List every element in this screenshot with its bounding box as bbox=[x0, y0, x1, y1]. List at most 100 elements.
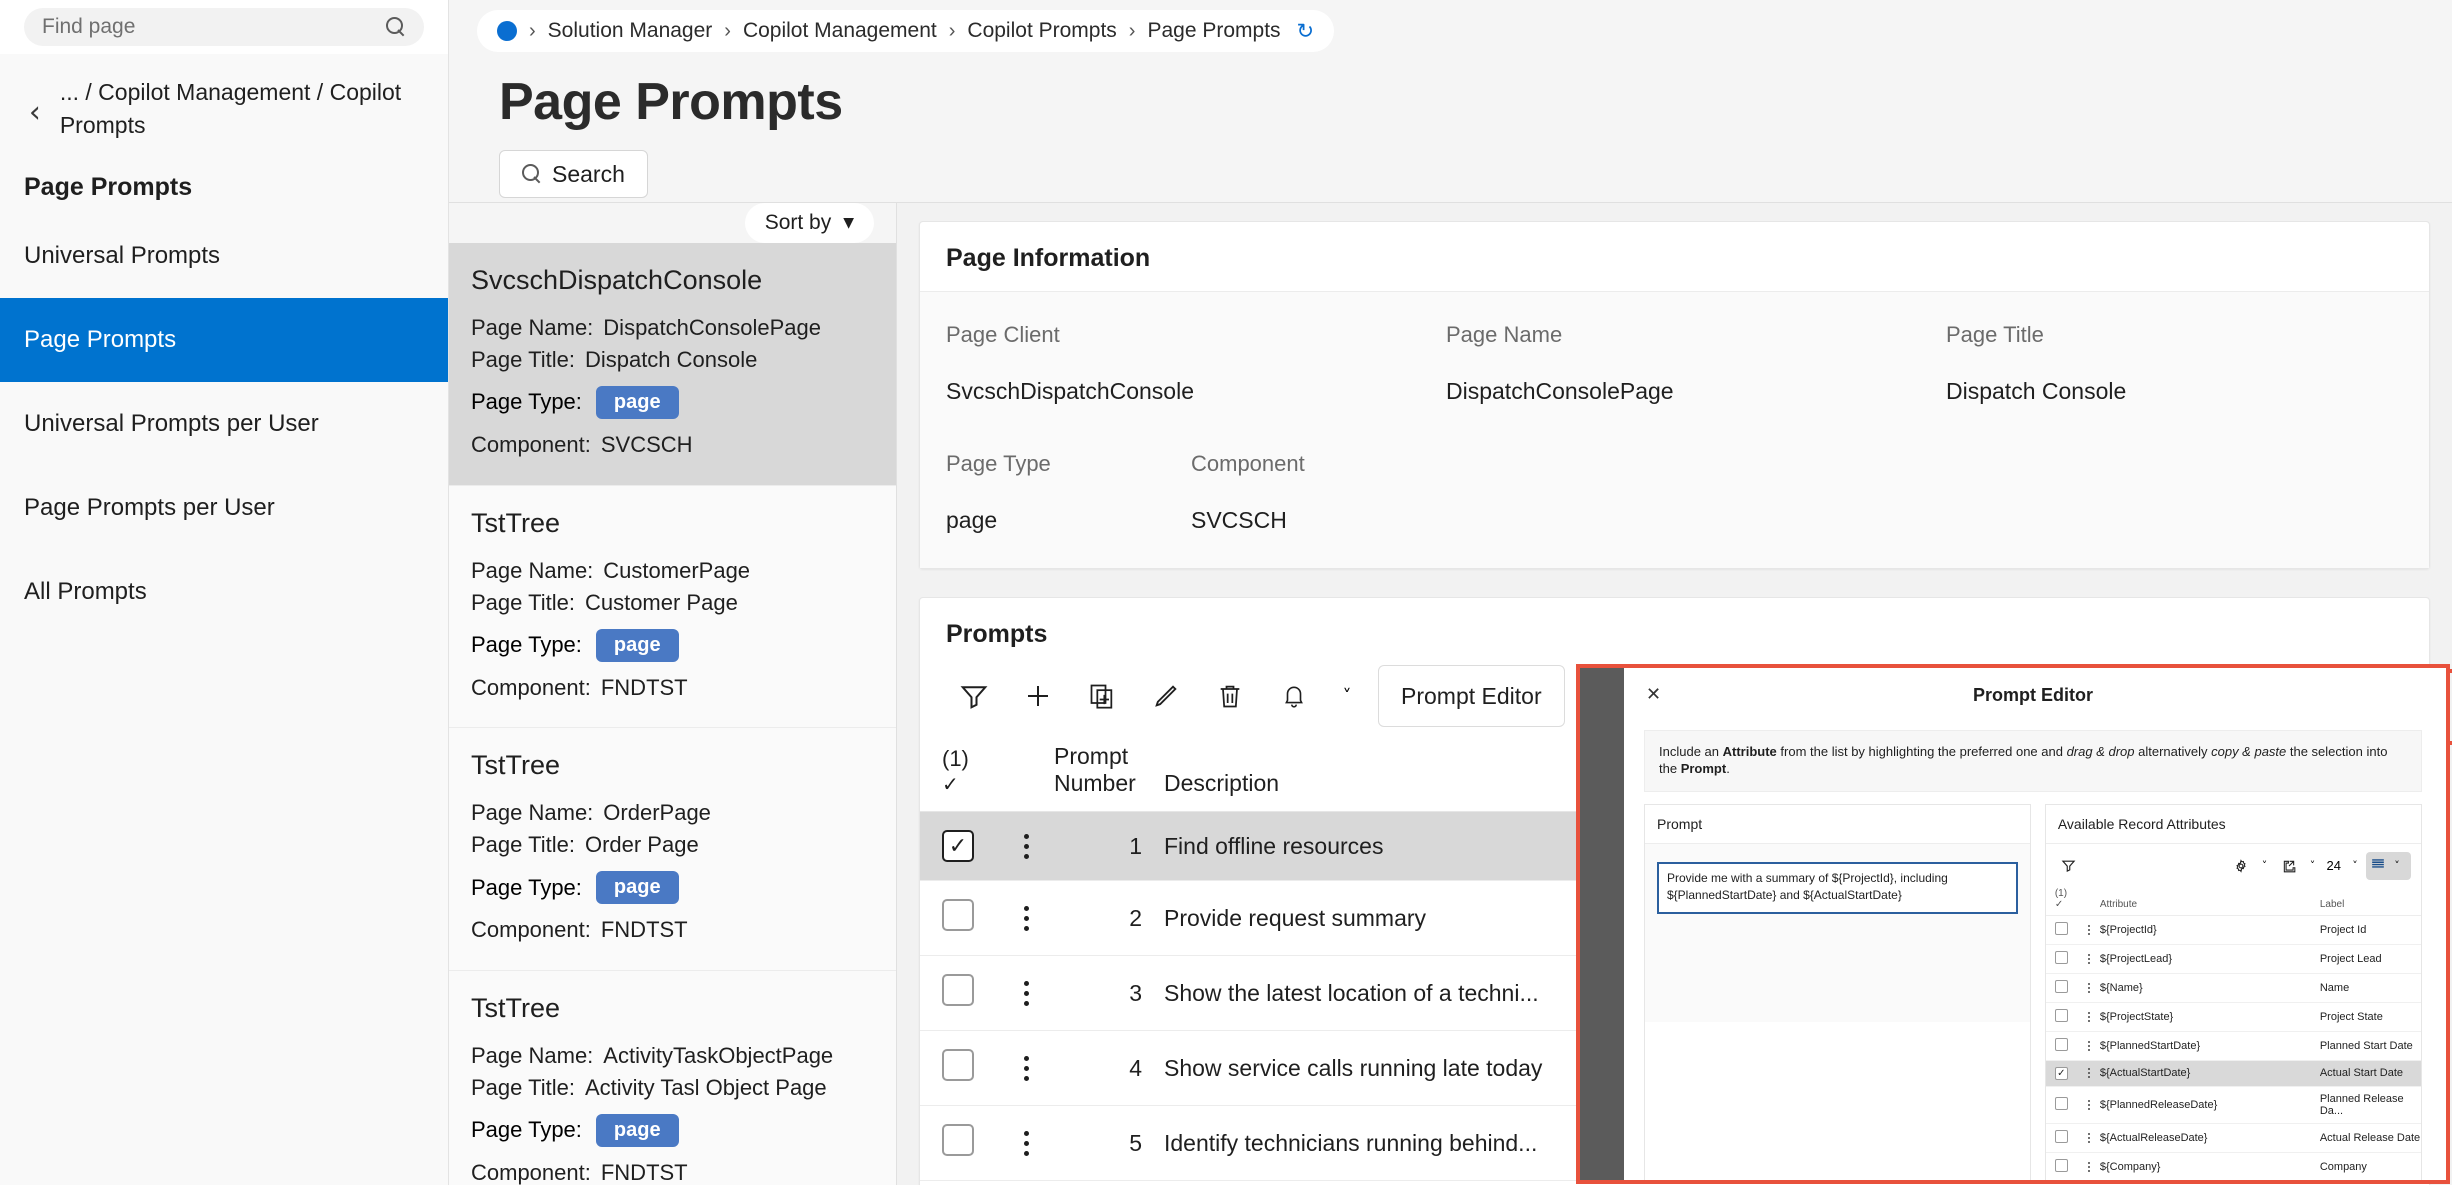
row-menu-cell[interactable] bbox=[2078, 944, 2100, 973]
back-chevron-icon[interactable]: ‹ bbox=[24, 76, 46, 128]
kebab-icon[interactable] bbox=[998, 834, 1054, 859]
table-row[interactable]: ${ProjectLead} Project Lead bbox=[2046, 944, 2421, 973]
row-checkbox[interactable] bbox=[2055, 980, 2068, 993]
kebab-icon[interactable] bbox=[998, 906, 1054, 931]
table-row[interactable]: ${ActualReleaseDate} Actual Release Date bbox=[2046, 1123, 2421, 1152]
row-checkbox-cell[interactable]: ✓ bbox=[2046, 1060, 2078, 1086]
add-icon[interactable] bbox=[1006, 668, 1070, 724]
row-checkbox[interactable] bbox=[2055, 1130, 2068, 1143]
notification-bell-icon[interactable] bbox=[1262, 668, 1326, 724]
row-checkbox-cell[interactable] bbox=[2046, 973, 2078, 1002]
row-checkbox-cell[interactable] bbox=[2046, 1086, 2078, 1123]
row-menu-cell[interactable] bbox=[2078, 1123, 2100, 1152]
row-checkbox-cell[interactable] bbox=[920, 1031, 998, 1106]
table-row[interactable]: ✓ ${ActualStartDate} Actual Start Date bbox=[2046, 1060, 2421, 1086]
row-menu-cell[interactable] bbox=[2078, 915, 2100, 944]
breadcrumb-item-copilot-management[interactable]: Copilot Management bbox=[743, 19, 937, 43]
prompt-editor-button[interactable]: Prompt Editor bbox=[1378, 665, 1565, 727]
kebab-icon[interactable] bbox=[2078, 983, 2100, 993]
row-checkbox-cell[interactable]: ✓ bbox=[920, 812, 998, 881]
row-checkbox[interactable] bbox=[942, 1124, 974, 1156]
row-checkbox-cell[interactable] bbox=[2046, 915, 2078, 944]
search-button[interactable]: Search bbox=[499, 150, 648, 198]
th-prompt-number[interactable]: Prompt Number bbox=[1054, 743, 1164, 812]
refresh-icon[interactable]: ↻ bbox=[1297, 19, 1315, 43]
breadcrumb-item-page-prompts[interactable]: Page Prompts bbox=[1147, 19, 1280, 43]
row-menu-cell[interactable] bbox=[2078, 973, 2100, 1002]
th-label[interactable]: Label bbox=[2320, 886, 2421, 916]
kebab-icon[interactable] bbox=[998, 1056, 1054, 1081]
row-menu-cell[interactable] bbox=[2078, 1086, 2100, 1123]
list-item[interactable]: TstTree Page Name: OrderPage Page Title:… bbox=[449, 727, 896, 970]
kebab-icon[interactable] bbox=[2078, 925, 2100, 935]
th-select-all[interactable]: (1) ✓ bbox=[920, 743, 998, 812]
row-menu-cell[interactable] bbox=[998, 1031, 1054, 1106]
kebab-icon[interactable] bbox=[2078, 1041, 2100, 1051]
row-checkbox-cell[interactable] bbox=[920, 1106, 998, 1181]
export-icon[interactable] bbox=[2276, 853, 2302, 879]
sidebar-item-page-prompts[interactable]: Page Prompts bbox=[0, 298, 448, 382]
sidebar-item-all-prompts[interactable]: All Prompts bbox=[0, 550, 448, 634]
chevron-down-icon[interactable]: ˅ bbox=[1326, 668, 1368, 724]
kebab-icon[interactable] bbox=[2078, 954, 2100, 964]
sidebar-item-universal-prompts[interactable]: Universal Prompts bbox=[0, 214, 448, 298]
sort-by-dropdown[interactable]: Sort by ▼ bbox=[745, 203, 874, 243]
row-checkbox[interactable]: ✓ bbox=[942, 830, 974, 862]
row-checkbox-cell[interactable] bbox=[2046, 944, 2078, 973]
attributes-view-mode-button[interactable]: ˅ bbox=[2366, 852, 2411, 880]
filter-icon[interactable] bbox=[2056, 853, 2082, 879]
edit-icon[interactable] bbox=[1134, 668, 1198, 724]
list-item[interactable]: TstTree Page Name: ActivityTaskObjectPag… bbox=[449, 970, 896, 1185]
sidebar-item-page-prompts-per-user[interactable]: Page Prompts per User bbox=[0, 466, 448, 550]
th-attribute[interactable]: Attribute bbox=[2100, 886, 2320, 916]
row-menu-cell[interactable] bbox=[2078, 1031, 2100, 1060]
kebab-icon[interactable] bbox=[2078, 1162, 2100, 1172]
row-checkbox-cell[interactable] bbox=[920, 1181, 998, 1185]
row-menu-cell[interactable] bbox=[2078, 1060, 2100, 1086]
kebab-icon[interactable] bbox=[2078, 1100, 2100, 1110]
sidebar-item-universal-prompts-per-user[interactable]: Universal Prompts per User bbox=[0, 382, 448, 466]
filter-icon[interactable] bbox=[942, 668, 1006, 724]
th-select-all[interactable]: (1) ✓ bbox=[2046, 886, 2078, 916]
row-checkbox[interactable] bbox=[2055, 1038, 2068, 1051]
kebab-icon[interactable] bbox=[2078, 1012, 2100, 1022]
row-checkbox[interactable] bbox=[942, 974, 974, 1006]
chevron-down-icon[interactable]: ˅ bbox=[2256, 859, 2274, 872]
row-checkbox-cell[interactable] bbox=[920, 881, 998, 956]
kebab-icon[interactable] bbox=[2078, 1133, 2100, 1143]
row-checkbox[interactable] bbox=[2055, 1097, 2068, 1110]
table-row[interactable]: ${PlannedReleaseDate} Planned Release Da… bbox=[2046, 1086, 2421, 1123]
table-row[interactable]: ${ProjectId} Project Id bbox=[2046, 915, 2421, 944]
row-checkbox-cell[interactable] bbox=[920, 956, 998, 1031]
row-checkbox-cell[interactable] bbox=[2046, 1123, 2078, 1152]
breadcrumb-item-copilot-prompts[interactable]: Copilot Prompts bbox=[967, 19, 1116, 43]
find-page-input[interactable]: Find page bbox=[24, 8, 424, 46]
list-item[interactable]: TstTree Page Name: CustomerPage Page Tit… bbox=[449, 485, 896, 728]
row-checkbox-cell[interactable] bbox=[2046, 1002, 2078, 1031]
list-item[interactable]: SvcschDispatchConsole Page Name: Dispatc… bbox=[449, 243, 896, 485]
table-row[interactable]: ${Name} Name bbox=[2046, 973, 2421, 1002]
chevron-down-icon[interactable]: ˅ bbox=[2304, 859, 2322, 872]
settings-gear-icon[interactable] bbox=[2228, 853, 2254, 879]
row-checkbox[interactable] bbox=[2055, 1159, 2068, 1172]
delete-icon[interactable] bbox=[1198, 668, 1262, 724]
row-checkbox-cell[interactable] bbox=[2046, 1031, 2078, 1060]
row-menu-cell[interactable] bbox=[2078, 1002, 2100, 1031]
attributes-page-size[interactable]: 24 bbox=[2324, 858, 2344, 873]
breadcrumb-item-solution-manager[interactable]: Solution Manager bbox=[548, 19, 713, 43]
table-row[interactable]: ${PlannedStartDate} Planned Start Date bbox=[2046, 1031, 2421, 1060]
row-menu-cell[interactable] bbox=[998, 956, 1054, 1031]
kebab-icon[interactable] bbox=[998, 981, 1054, 1006]
row-checkbox[interactable] bbox=[942, 899, 974, 931]
row-menu-cell[interactable] bbox=[2078, 1152, 2100, 1181]
table-row[interactable]: ${Company} Company bbox=[2046, 1152, 2421, 1181]
row-checkbox[interactable] bbox=[2055, 1009, 2068, 1022]
row-checkbox[interactable] bbox=[2055, 922, 2068, 935]
row-menu-cell[interactable] bbox=[998, 1181, 1054, 1185]
kebab-icon[interactable] bbox=[998, 1131, 1054, 1156]
prompt-textarea[interactable]: Provide me with a summary of ${ProjectId… bbox=[1657, 862, 2018, 914]
row-checkbox[interactable] bbox=[2055, 951, 2068, 964]
table-row[interactable]: ${ProjectState} Project State bbox=[2046, 1002, 2421, 1031]
row-checkbox-cell[interactable] bbox=[2046, 1152, 2078, 1181]
row-menu-cell[interactable] bbox=[998, 1106, 1054, 1181]
